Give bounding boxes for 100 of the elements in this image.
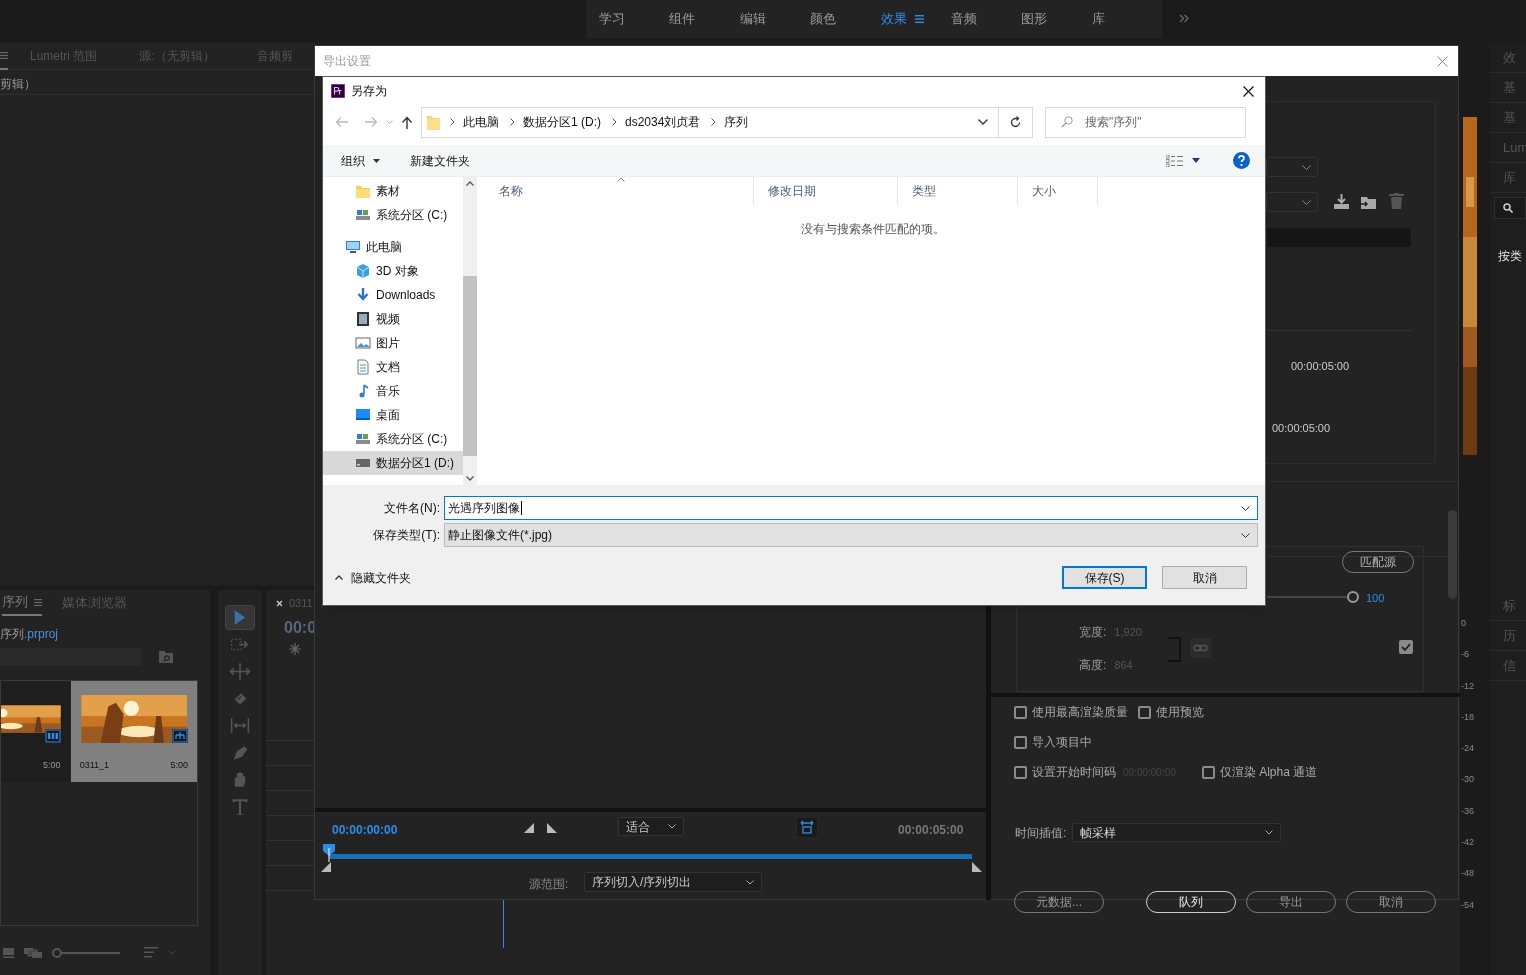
- new-folder-button[interactable]: 新建文件夹: [410, 151, 470, 170]
- column-header[interactable]: 名称: [481, 177, 754, 205]
- tree-item[interactable]: Downloads: [323, 283, 463, 307]
- out-point-icon[interactable]: [972, 862, 982, 872]
- scale-value: 100: [1366, 591, 1385, 606]
- caret-icon: [746, 879, 754, 885]
- workspace-tab[interactable]: 音频: [950, 9, 977, 29]
- source-range-dropdown[interactable]: 序列切入/序列切出: [584, 872, 762, 892]
- caret-icon[interactable]: [1192, 158, 1200, 163]
- dialog-button[interactable]: 保存(S): [1062, 566, 1147, 589]
- scrollbar[interactable]: [463, 177, 477, 485]
- tree-item[interactable]: 系统分区 (C:): [323, 427, 463, 451]
- panel-tab[interactable]: 序列: [2, 592, 28, 612]
- menu-icon[interactable]: [0, 51, 8, 59]
- refresh-icon[interactable]: [1010, 116, 1021, 128]
- tree-item[interactable]: 素材: [323, 179, 463, 203]
- caret-icon: [668, 824, 676, 829]
- chevron-icon[interactable]: [1179, 14, 1189, 23]
- interpolation-dropdown[interactable]: 帧采样: [1072, 823, 1282, 842]
- address-bar[interactable]: 此电脑 数据分区1 (D:) ds2034刘贞君 序列: [421, 106, 1033, 138]
- search-field[interactable]: 搜索"序列": [1045, 106, 1246, 138]
- drive-icon: [355, 207, 371, 223]
- checkbox[interactable]: [1014, 705, 1027, 719]
- breadcrumb[interactable]: 序列: [724, 113, 749, 131]
- menu-icon[interactable]: [34, 598, 42, 606]
- checkbox[interactable]: [1014, 735, 1027, 749]
- mark-out-icon[interactable]: [547, 823, 557, 833]
- tree-item[interactable]: 系统分区 (C:): [323, 203, 463, 227]
- caret-icon: [373, 158, 380, 163]
- sort-icon[interactable]: [144, 947, 158, 958]
- find-icon[interactable]: [159, 651, 173, 663]
- scrollbar-thumb[interactable]: [463, 276, 477, 456]
- workspace-tab[interactable]: 组件: [669, 9, 696, 29]
- caret-icon[interactable]: [978, 119, 988, 125]
- playhead-icon[interactable]: [323, 844, 335, 862]
- tree-item[interactable]: 文档: [323, 355, 463, 379]
- back-icon[interactable]: [335, 116, 349, 128]
- column-header[interactable]: 大小: [1018, 177, 1098, 205]
- current-timecode: 00:00:00:00: [332, 822, 398, 839]
- ripple-icon[interactable]: [226, 660, 254, 683]
- breadcrumb[interactable]: 此电脑: [463, 113, 499, 131]
- menu-icon[interactable]: [914, 15, 924, 23]
- help-icon[interactable]: [1233, 152, 1250, 169]
- zoom-slider[interactable]: [52, 947, 120, 958]
- close-icon[interactable]: [1243, 85, 1254, 97]
- aspect-icon[interactable]: [796, 817, 818, 838]
- link-icon[interactable]: [1190, 638, 1211, 658]
- tree-item[interactable]: 视频: [323, 307, 463, 331]
- organize-menu[interactable]: 组织: [341, 151, 380, 170]
- hide-folders-toggle[interactable]: 隐藏文件夹: [335, 568, 411, 587]
- icon-view-icon[interactable]: [24, 947, 42, 958]
- search-field[interactable]: [1494, 197, 1526, 219]
- timecode: 00:0: [284, 618, 317, 638]
- tree-item[interactable]: 此电脑: [323, 235, 463, 259]
- tree-item[interactable]: 桌面: [323, 403, 463, 427]
- in-point-icon[interactable]: [321, 862, 331, 872]
- breadcrumb[interactable]: 数据分区1 (D:): [523, 113, 601, 131]
- tree-item[interactable]: 图片: [323, 331, 463, 355]
- checkbox[interactable]: [1014, 765, 1027, 779]
- trash-icon[interactable]: [1389, 193, 1404, 209]
- workspace-tab[interactable]: 效果: [880, 9, 907, 29]
- caret-icon: [1302, 164, 1311, 170]
- workspace-tab[interactable]: 颜色: [810, 9, 837, 29]
- up-icon[interactable]: [401, 115, 413, 129]
- tree-item[interactable]: 音乐: [323, 379, 463, 403]
- checkbox[interactable]: [1399, 640, 1413, 654]
- computer-icon: [345, 239, 361, 255]
- clip-label: 剪辑）: [0, 73, 314, 95]
- fit-dropdown[interactable]: 适合: [618, 817, 684, 836]
- chevron-icon: [510, 118, 515, 126]
- import-icon[interactable]: [1360, 194, 1377, 209]
- workspace-tab[interactable]: 图形: [1021, 9, 1048, 29]
- workspace-tab[interactable]: 库: [1091, 9, 1105, 29]
- dialog-button[interactable]: 取消: [1162, 566, 1247, 589]
- slider-thumb[interactable]: [1347, 591, 1359, 603]
- workspace-tab[interactable]: 编辑: [739, 9, 766, 29]
- output-name-field[interactable]: [1267, 228, 1411, 247]
- drive-icon: [355, 431, 371, 447]
- filter-label: 按类: [1498, 248, 1522, 265]
- download-icon[interactable]: [1333, 194, 1350, 209]
- breadcrumb[interactable]: ds2034刘贞君: [625, 113, 701, 131]
- column-header[interactable]: 类型: [898, 177, 1018, 205]
- checkbox[interactable]: [1201, 765, 1215, 779]
- workspace-tab[interactable]: 学习: [599, 9, 625, 29]
- tree-item[interactable]: 数据分区1 (D:): [323, 451, 463, 475]
- media-item[interactable]: 5:00: [1, 681, 70, 782]
- checkbox-label: 导入项目中: [1032, 734, 1092, 751]
- forward-icon[interactable]: [364, 116, 378, 128]
- mark-in-icon[interactable]: [524, 823, 534, 833]
- slider-thumb[interactable]: [52, 947, 62, 958]
- caret-icon: [1241, 532, 1250, 538]
- view-options-icon[interactable]: [1166, 154, 1184, 167]
- list-view-icon[interactable]: [3, 947, 14, 958]
- file-type-dropdown[interactable]: 静止图像文件(*.jpg): [444, 523, 1258, 547]
- snap-icon[interactable]: [288, 642, 302, 656]
- checkbox[interactable]: [1138, 705, 1151, 719]
- filename-field[interactable]: 光遇序列图像: [444, 496, 1258, 520]
- media-item[interactable]: 0311_1 5:00: [70, 681, 197, 782]
- column-header[interactable]: 修改日期: [754, 177, 898, 205]
- tree-item[interactable]: 3D 对象: [323, 259, 463, 283]
